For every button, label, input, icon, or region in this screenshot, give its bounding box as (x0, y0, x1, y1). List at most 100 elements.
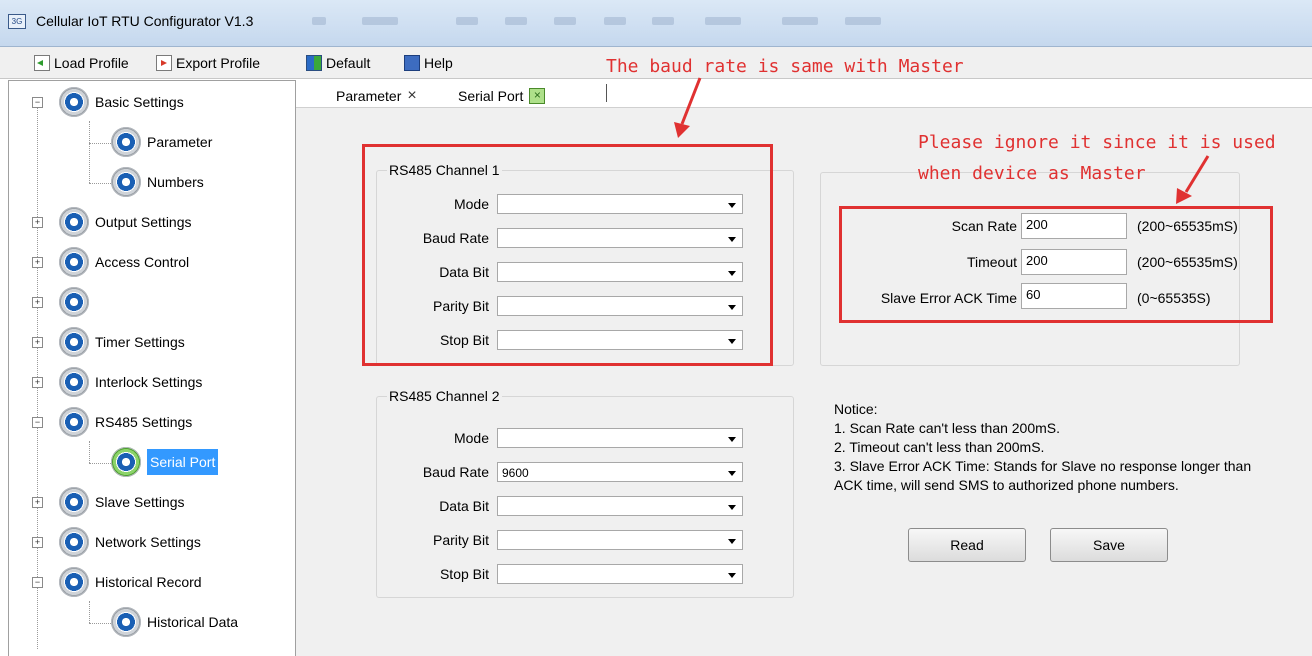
channel2-mode-row: Mode (377, 427, 489, 449)
app-icon: 3G (8, 14, 26, 29)
blurred-text (505, 17, 527, 25)
expand-toggle[interactable]: + (32, 257, 43, 268)
annotation-box-master (839, 206, 1273, 323)
collapse-toggle[interactable]: − (32, 97, 43, 108)
blurred-text (456, 17, 478, 25)
dropdown-arrow-icon (728, 505, 736, 510)
settings-gear-icon (59, 207, 89, 237)
settings-gear-icon (59, 327, 89, 357)
load-profile-button[interactable]: Load Profile (34, 53, 129, 73)
channel2-parity-row: Parity Bit (377, 529, 489, 551)
tree-item-slave-settings[interactable]: Slave Settings (59, 487, 185, 517)
tree-item-timer-settings[interactable]: Timer Settings (59, 327, 185, 357)
close-icon[interactable]: × (529, 87, 546, 104)
tree-connector (89, 121, 90, 183)
tree-item-label: Historical Record (95, 574, 202, 590)
channel2-parity-bit-select[interactable] (497, 530, 743, 550)
tab-divider (606, 84, 607, 102)
default-icon (306, 55, 322, 71)
export-profile-button[interactable]: Export Profile (156, 53, 260, 73)
tab-label: Parameter (336, 87, 402, 104)
field-label: Mode (453, 430, 489, 446)
tree-item-label: Serial Port (147, 449, 219, 475)
tree-connector (89, 463, 113, 464)
channel2-stop-bit-select[interactable] (497, 564, 743, 584)
tree-item-label: Timer Settings (95, 334, 185, 350)
expand-toggle[interactable]: + (32, 497, 43, 508)
dropdown-arrow-icon (728, 471, 736, 476)
notice-line: 3. Slave Error ACK Time: Stands for Slav… (834, 458, 1252, 493)
channel2-mode-select[interactable] (497, 428, 743, 448)
blurred-text (604, 17, 626, 25)
tree-item-historical-record[interactable]: Historical Record (59, 567, 202, 597)
collapse-toggle[interactable]: − (32, 577, 43, 588)
tree-item-label: Historical Data (147, 614, 239, 630)
expand-toggle[interactable]: + (32, 537, 43, 548)
tab-label: Serial Port (458, 87, 524, 104)
annotation-arrow-icon (674, 77, 702, 138)
annotation-ignore-text-line2: when device as Master (918, 163, 1146, 184)
collapse-toggle[interactable]: − (32, 417, 43, 428)
tree-item-serial-port[interactable]: Serial Port (111, 447, 219, 477)
tree-item-rs485-settings[interactable]: RS485 Settings (59, 407, 192, 437)
tree-item-interlock-settings[interactable]: Interlock Settings (59, 367, 202, 397)
tree-connector (89, 183, 113, 184)
tree-item-label: Network Settings (95, 534, 201, 550)
tree-item-label: RS485 Settings (95, 414, 193, 430)
default-label: Default (326, 55, 371, 71)
tree-item-label: Numbers (147, 174, 204, 190)
settings-gear-icon (59, 487, 89, 517)
channel2-data-bit-select[interactable] (497, 496, 743, 516)
help-button[interactable]: Help (404, 53, 453, 73)
settings-gear-icon (111, 447, 141, 477)
settings-gear-icon (59, 367, 89, 397)
settings-gear-icon (59, 247, 89, 277)
tree-connector (89, 441, 90, 463)
dropdown-arrow-icon (728, 437, 736, 442)
notice-heading: Notice: (834, 401, 878, 417)
tree-item-label: Basic Settings (95, 94, 184, 110)
notice-text: Notice: 1. Scan Rate can't less than 200… (834, 400, 1274, 495)
help-label: Help (424, 55, 453, 71)
tree-connector (89, 623, 113, 624)
tab-parameter[interactable]: Parameter × (336, 84, 417, 107)
field-label: Stop Bit (439, 566, 489, 582)
default-button[interactable]: Default (306, 53, 370, 73)
tree-item-label: Slave Settings (95, 494, 185, 510)
tree-item-label: Output Settings (95, 214, 192, 230)
tree-item-unnamed[interactable] (59, 287, 95, 317)
field-label: Data Bit (439, 498, 489, 514)
channel2-title: RS485 Channel 2 (387, 388, 502, 404)
read-button[interactable]: Read (908, 528, 1026, 562)
annotation-ignore-text-line1: Please ignore it since it is used (918, 132, 1276, 153)
tree-item-numbers[interactable]: Numbers (111, 167, 204, 197)
settings-gear-icon (111, 127, 141, 157)
blurred-text (312, 17, 326, 25)
tree-connector (89, 601, 90, 623)
tree-item-parameter[interactable]: Parameter (111, 127, 212, 157)
expand-toggle[interactable]: + (32, 337, 43, 348)
tree-item-basic-settings[interactable]: Basic Settings (59, 87, 184, 117)
save-button[interactable]: Save (1050, 528, 1168, 562)
expand-toggle[interactable]: + (32, 377, 43, 388)
expand-toggle[interactable]: + (32, 297, 43, 308)
field-label: Parity Bit (432, 532, 489, 548)
blurred-text (554, 17, 576, 25)
export-profile-label: Export Profile (176, 55, 261, 71)
tree-item-historical-data[interactable]: Historical Data (111, 607, 238, 637)
load-profile-label: Load Profile (54, 55, 129, 71)
settings-gear-icon (59, 407, 89, 437)
expand-toggle[interactable]: + (32, 217, 43, 228)
tree-item-network-settings[interactable]: Network Settings (59, 527, 201, 557)
load-icon (34, 55, 50, 71)
tab-serial-port[interactable]: Serial Port × (458, 84, 546, 107)
tree-item-output-settings[interactable]: Output Settings (59, 207, 192, 237)
tree-item-access-control[interactable]: Access Control (59, 247, 189, 277)
tree-connector (89, 143, 113, 144)
close-icon[interactable]: × (407, 87, 416, 105)
dropdown-arrow-icon (728, 539, 736, 544)
channel2-baud-rate-select[interactable]: 9600 (497, 462, 743, 482)
settings-gear-icon (111, 167, 141, 197)
settings-gear-icon (59, 567, 89, 597)
select-value: 9600 (502, 466, 529, 480)
